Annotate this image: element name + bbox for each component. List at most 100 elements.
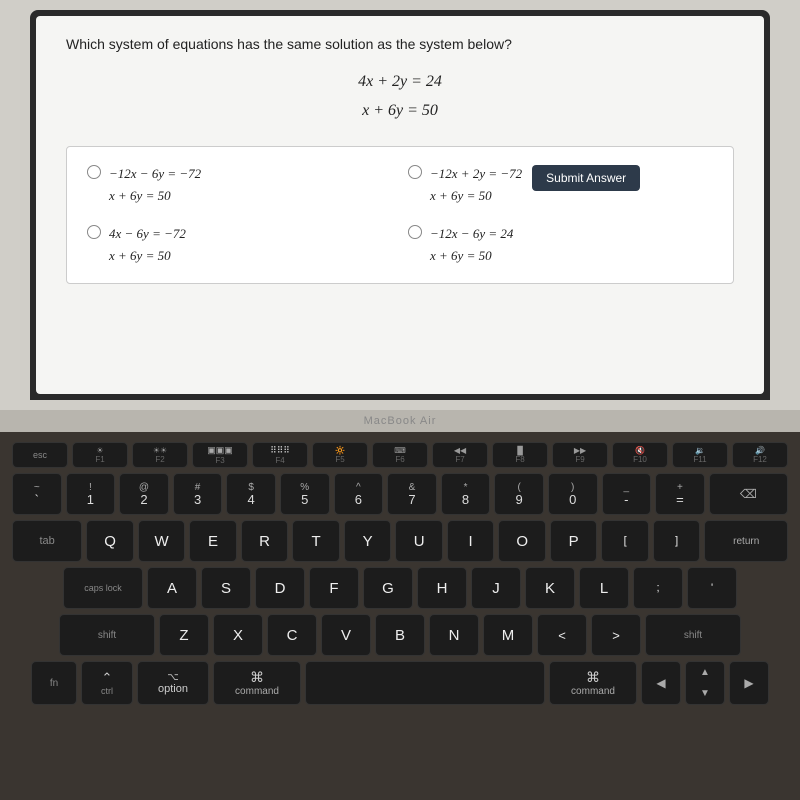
screen-bezel: Which system of equations has the same s… <box>30 10 770 400</box>
key-t[interactable]: T <box>292 520 340 562</box>
radio-c[interactable] <box>87 225 101 239</box>
key-4[interactable]: $4 <box>226 473 276 515</box>
key-f2[interactable]: ☀☀F2 <box>132 442 188 468</box>
key-f1[interactable]: ☀F1 <box>72 442 128 468</box>
key-w[interactable]: W <box>138 520 186 562</box>
key-z[interactable]: Z <box>159 614 209 656</box>
key-g[interactable]: G <box>363 567 413 609</box>
key-bracket-close[interactable]: ] <box>653 520 701 562</box>
key-f5[interactable]: 🔆F5 <box>312 442 368 468</box>
key-arrow-right[interactable]: ▶ <box>729 661 769 705</box>
key-spacebar[interactable] <box>305 661 545 705</box>
key-h[interactable]: H <box>417 567 467 609</box>
key-esc[interactable]: esc <box>12 442 68 468</box>
main-eq2: x + 6y = 50 <box>66 97 734 126</box>
option-c[interactable]: 4x − 6y = −72 x + 6y = 50 <box>87 223 392 267</box>
key-caps-lock[interactable]: caps lock <box>63 567 143 609</box>
key-return[interactable]: return <box>704 520 788 562</box>
key-0[interactable]: )0 <box>548 473 598 515</box>
key-bracket-open[interactable]: [ <box>601 520 649 562</box>
radio-a[interactable] <box>87 165 101 179</box>
key-arrow-left[interactable]: ◀ <box>641 661 681 705</box>
key-x[interactable]: X <box>213 614 263 656</box>
key-command-left[interactable]: ⌘ command <box>213 661 301 705</box>
key-arrow-up-down[interactable]: ▲ ▼ <box>685 661 725 705</box>
key-9[interactable]: (9 <box>494 473 544 515</box>
key-i[interactable]: I <box>447 520 495 562</box>
key-quote[interactable]: ' <box>687 567 737 609</box>
key-l[interactable]: L <box>579 567 629 609</box>
key-f[interactable]: F <box>309 567 359 609</box>
key-3[interactable]: #3 <box>173 473 223 515</box>
key-1[interactable]: !1 <box>66 473 116 515</box>
key-option-left[interactable]: ⌥ option <box>137 661 209 705</box>
macbook-brand-label: MacBook Air <box>364 415 437 427</box>
number-key-row: ~` !1 @2 #3 $4 %5 ^6 &7 *8 (9 )0 <box>12 473 788 515</box>
key-d[interactable]: D <box>255 567 305 609</box>
key-f3[interactable]: ▣▣▣F3 <box>192 442 248 468</box>
key-6[interactable]: ^6 <box>334 473 384 515</box>
option-d[interactable]: −12x − 6y = 24 x + 6y = 50 <box>408 223 713 267</box>
fn-key-row: esc ☀F1 ☀☀F2 ▣▣▣F3 ⠿⠿⠿F4 🔆F5 ⌨F6 ◀◀F7 ▐▌… <box>12 442 788 468</box>
key-7[interactable]: &7 <box>387 473 437 515</box>
key-f7[interactable]: ◀◀F7 <box>432 442 488 468</box>
key-period[interactable]: > <box>591 614 641 656</box>
option-a[interactable]: −12x − 6y = −72 x + 6y = 50 <box>87 163 392 207</box>
key-c[interactable]: C <box>267 614 317 656</box>
key-j[interactable]: J <box>471 567 521 609</box>
key-f4[interactable]: ⠿⠿⠿F4 <box>252 442 308 468</box>
answer-box: −12x − 6y = −72 x + 6y = 50 −12x + 2y = … <box>66 146 734 284</box>
key-u[interactable]: U <box>395 520 443 562</box>
radio-d[interactable] <box>408 225 422 239</box>
keyboard: esc ☀F1 ☀☀F2 ▣▣▣F3 ⠿⠿⠿F4 🔆F5 ⌨F6 ◀◀F7 ▐▌… <box>0 432 800 800</box>
submit-answer-button[interactable]: Submit Answer <box>532 165 640 191</box>
option-b-text: −12x + 2y = −72 x + 6y = 50 <box>430 163 522 207</box>
key-n[interactable]: N <box>429 614 479 656</box>
key-y[interactable]: Y <box>344 520 392 562</box>
key-s[interactable]: S <box>201 567 251 609</box>
option-a-text: −12x − 6y = −72 x + 6y = 50 <box>109 163 201 207</box>
key-f12[interactable]: 🔊F12 <box>732 442 788 468</box>
key-shift-right[interactable]: shift <box>645 614 741 656</box>
key-f9[interactable]: ▶▶F9 <box>552 442 608 468</box>
key-minus[interactable]: _- <box>602 473 652 515</box>
key-k[interactable]: K <box>525 567 575 609</box>
key-8[interactable]: *8 <box>441 473 491 515</box>
option-c-text: 4x − 6y = −72 x + 6y = 50 <box>109 223 186 267</box>
key-tab[interactable]: tab <box>12 520 82 562</box>
key-q[interactable]: Q <box>86 520 134 562</box>
key-equals[interactable]: += <box>655 473 705 515</box>
key-comma[interactable]: < <box>537 614 587 656</box>
key-r[interactable]: R <box>241 520 289 562</box>
key-2[interactable]: @2 <box>119 473 169 515</box>
key-fn[interactable]: fn <box>31 661 77 705</box>
key-f6[interactable]: ⌨F6 <box>372 442 428 468</box>
key-o[interactable]: O <box>498 520 546 562</box>
key-m[interactable]: M <box>483 614 533 656</box>
key-command-right[interactable]: ⌘ command <box>549 661 637 705</box>
radio-b[interactable] <box>408 165 422 179</box>
key-f8[interactable]: ▐▌F8 <box>492 442 548 468</box>
key-f10[interactable]: 🔇F10 <box>612 442 668 468</box>
key-backtick[interactable]: ~` <box>12 473 62 515</box>
key-a[interactable]: A <box>147 567 197 609</box>
key-v[interactable]: V <box>321 614 371 656</box>
option-d-text: −12x − 6y = 24 x + 6y = 50 <box>430 223 513 267</box>
key-shift-left[interactable]: shift <box>59 614 155 656</box>
main-equations: 4x + 2y = 24 x + 6y = 50 <box>66 68 734 126</box>
key-f11[interactable]: 🔉F11 <box>672 442 728 468</box>
option-d-eq1: −12x − 6y = 24 <box>430 223 513 245</box>
key-5[interactable]: %5 <box>280 473 330 515</box>
key-e[interactable]: E <box>189 520 237 562</box>
key-ctrl[interactable]: ⌃ ctrl <box>81 661 133 705</box>
key-b[interactable]: B <box>375 614 425 656</box>
option-a-eq2: x + 6y = 50 <box>109 185 201 207</box>
laptop-screen-area: Which system of equations has the same s… <box>0 0 800 410</box>
option-b[interactable]: −12x + 2y = −72 x + 6y = 50 Submit Answe… <box>408 163 713 207</box>
question-text: Which system of equations has the same s… <box>66 36 734 52</box>
key-backspace[interactable]: ⌫ <box>709 473 788 515</box>
option-c-eq1: 4x − 6y = −72 <box>109 223 186 245</box>
bottom-key-row: fn ⌃ ctrl ⌥ option ⌘ command ⌘ command ◀… <box>12 661 788 705</box>
key-p[interactable]: P <box>550 520 598 562</box>
key-semicolon[interactable]: ; <box>633 567 683 609</box>
